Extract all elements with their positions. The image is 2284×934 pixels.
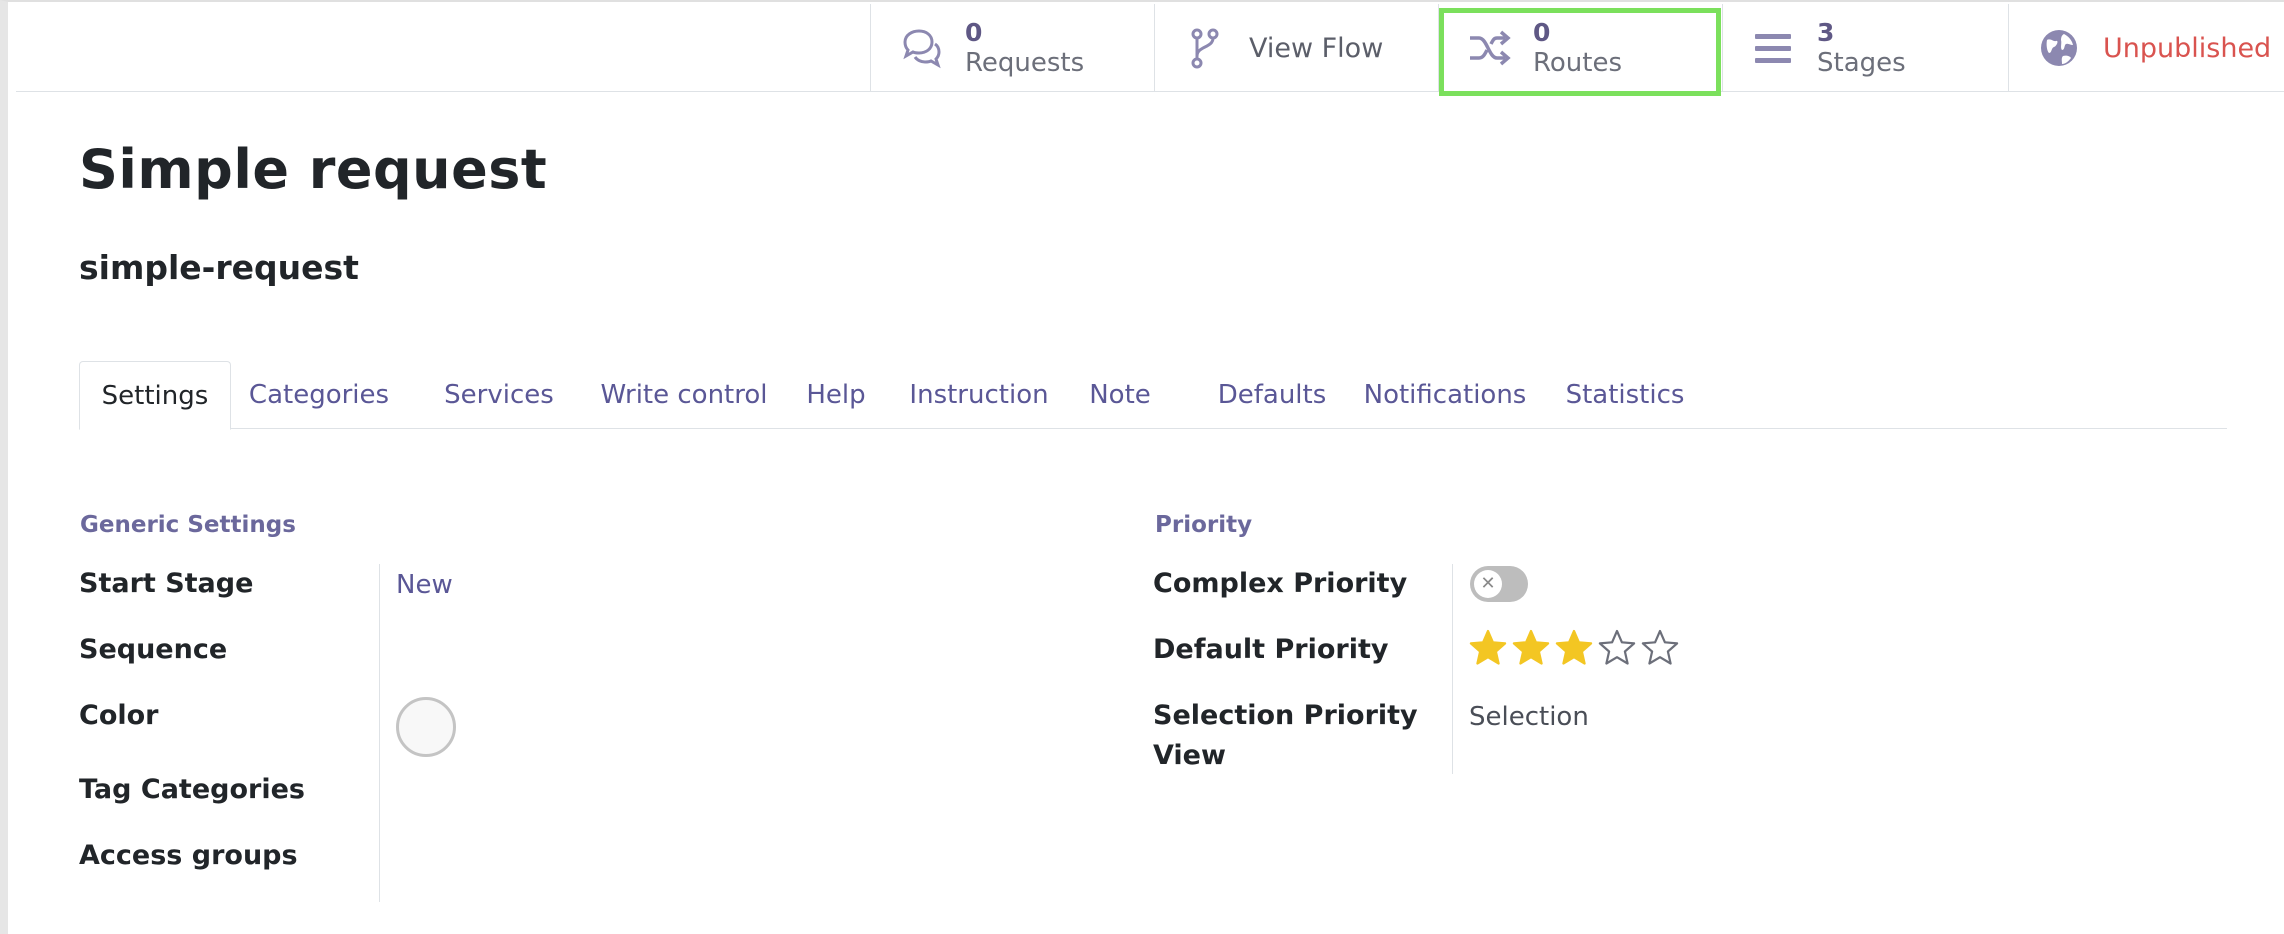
selection-priority-view-label: Selection Priority View	[1153, 696, 1418, 776]
tab-statistics[interactable]: Statistics	[1555, 361, 1695, 429]
tab-settings[interactable]: Settings	[79, 361, 231, 430]
tab-help[interactable]: Help	[793, 361, 879, 429]
tab-categories[interactable]: Categories	[239, 361, 399, 429]
priority-divider	[1452, 564, 1453, 774]
bars-icon	[1751, 26, 1795, 70]
random-icon	[1467, 26, 1511, 70]
requests-button[interactable]: 0 Requests	[870, 4, 1154, 92]
selection-priority-view-value[interactable]: Selection	[1469, 702, 1589, 732]
start-stage-value[interactable]: New	[396, 570, 453, 600]
comments-icon	[899, 26, 943, 70]
requests-label: Requests	[965, 48, 1085, 78]
view-flow-label: View Flow	[1249, 32, 1384, 64]
view-flow-button[interactable]: View Flow	[1154, 4, 1438, 92]
tab-instruction[interactable]: Instruction	[899, 361, 1059, 429]
routes-label: Routes	[1533, 48, 1623, 78]
selection-priority-view-label-line1: Selection Priority	[1153, 700, 1418, 731]
tag-categories-label: Tag Categories	[79, 774, 305, 805]
stages-button[interactable]: 3 Stages	[1722, 4, 2008, 92]
record-title: Simple request	[79, 138, 548, 201]
unpublished-label: Unpublished	[2103, 32, 2272, 64]
default-priority-label: Default Priority	[1153, 634, 1389, 665]
star-filled-icon[interactable]	[1468, 628, 1508, 668]
color-picker[interactable]	[396, 697, 456, 757]
globe-icon	[2037, 26, 2081, 70]
priority-title: Priority	[1155, 512, 1253, 538]
stages-count: 3	[1817, 18, 1835, 47]
generic-settings-divider	[379, 564, 380, 902]
unpublished-button[interactable]: Unpublished	[2008, 4, 2284, 92]
access-groups-label: Access groups	[79, 840, 298, 871]
sequence-label: Sequence	[79, 634, 228, 665]
default-priority-stars	[1468, 628, 1683, 668]
tab-notifications[interactable]: Notifications	[1355, 361, 1535, 429]
routes-button[interactable]: 0 Routes	[1438, 4, 1722, 92]
code-fork-icon	[1183, 26, 1227, 70]
tab-services[interactable]: Services	[429, 361, 569, 429]
complex-priority-label: Complex Priority	[1153, 568, 1408, 599]
generic-settings-title: Generic Settings	[80, 512, 296, 538]
selection-priority-view-label-line2: View	[1153, 740, 1226, 771]
button-box: 0 Requests View Flow 0 Routes 3 Stages U…	[16, 4, 2284, 92]
record-code: simple-request	[79, 248, 359, 287]
tab-note[interactable]: Note	[1075, 361, 1165, 429]
tab-write-control[interactable]: Write control	[589, 361, 779, 429]
star-empty-icon[interactable]	[1597, 628, 1637, 668]
close-icon: ✕	[1474, 570, 1502, 598]
complex-priority-toggle[interactable]: ✕	[1470, 566, 1528, 602]
routes-count: 0	[1533, 18, 1551, 47]
stages-label: Stages	[1817, 48, 1906, 78]
requests-count: 0	[965, 18, 983, 47]
star-empty-icon[interactable]	[1640, 628, 1680, 668]
start-stage-label: Start Stage	[79, 568, 254, 599]
form-view: 0 Requests View Flow 0 Routes 3 Stages U…	[0, 0, 2284, 934]
star-filled-icon[interactable]	[1554, 628, 1594, 668]
star-filled-icon[interactable]	[1511, 628, 1551, 668]
tab-defaults[interactable]: Defaults	[1209, 361, 1335, 429]
notebook-tabs: Settings Categories Services Write contr…	[79, 361, 2227, 430]
color-label: Color	[79, 700, 159, 731]
